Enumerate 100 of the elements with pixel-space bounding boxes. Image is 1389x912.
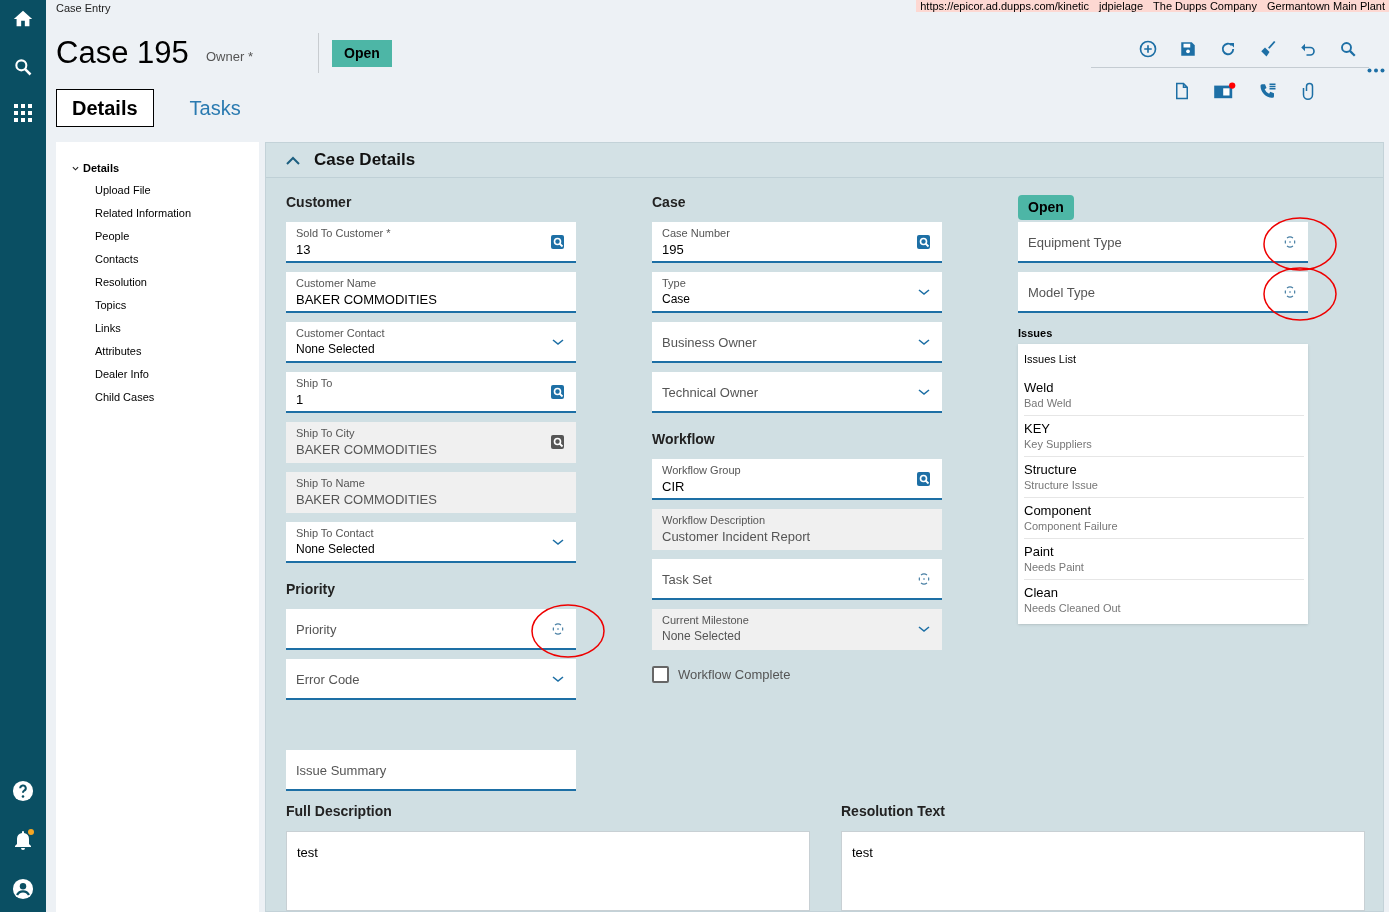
- section-heading: Customer: [286, 193, 353, 212]
- panel-title: Case Details: [314, 149, 416, 172]
- environment-info-text: https://epicor.ad.dupps.com/kinetic: [920, 0, 1089, 12]
- input-field[interactable]: Sold To Customer * 13: [286, 222, 576, 263]
- input-field[interactable]: Workflow Description Customer Incident Report: [652, 509, 942, 550]
- text-area[interactable]: test: [841, 831, 1365, 911]
- tree-item[interactable]: Dealer Info: [95, 364, 259, 383]
- input-field[interactable]: Ship To Name BAKER COMMODITIES: [286, 472, 576, 513]
- field-value: 1: [296, 390, 305, 408]
- search-icon[interactable]: [1339, 40, 1357, 58]
- refresh-icon[interactable]: [1219, 40, 1237, 58]
- owner-field[interactable]: Owner *: [206, 46, 318, 66]
- field-value: 195: [662, 240, 685, 258]
- more-options-icon[interactable]: [1367, 68, 1385, 73]
- list-item-subtitle: Needs Paint: [1024, 560, 1085, 575]
- input-field[interactable]: Task Set: [652, 559, 942, 600]
- section-heading: Full Description: [286, 802, 393, 821]
- field-value: CIR: [662, 477, 686, 495]
- loading-spinner-icon[interactable]: [916, 570, 932, 587]
- search-icon[interactable]: [916, 233, 932, 250]
- input-field[interactable]: Error Code: [286, 659, 576, 700]
- news-card-icon[interactable]: [1213, 82, 1237, 100]
- input-field[interactable]: Ship To Contact None Selected: [286, 522, 576, 563]
- input-field[interactable]: Type Case: [652, 272, 942, 313]
- field-value: BAKER COMMODITIES: [296, 440, 438, 458]
- tree-item[interactable]: People: [95, 226, 259, 245]
- status-badge: Open: [1018, 195, 1074, 220]
- phone-list-icon[interactable]: [1259, 82, 1277, 100]
- field-label: Current Milestone: [662, 612, 750, 628]
- field-label: Business Owner: [662, 334, 758, 353]
- tree-item[interactable]: Details: [83, 160, 120, 177]
- input-field[interactable]: Current Milestone None Selected: [652, 609, 942, 650]
- field-label: Sold To Customer *: [296, 225, 392, 241]
- tree-item[interactable]: Related Information: [95, 203, 259, 222]
- field-value: BAKER COMMODITIES: [296, 490, 438, 508]
- tree-item[interactable]: Links: [95, 318, 259, 337]
- help-icon[interactable]: [12, 780, 34, 802]
- input-field[interactable]: Priority: [286, 609, 576, 650]
- input-field[interactable]: Model Type: [1018, 272, 1308, 313]
- search-icon[interactable]: [550, 433, 566, 450]
- field-label: Task Set: [662, 571, 713, 590]
- input-field[interactable]: Ship To City BAKER COMMODITIES: [286, 422, 576, 463]
- input-field[interactable]: Equipment Type: [1018, 222, 1308, 263]
- apps-grid-icon[interactable]: [14, 104, 32, 122]
- list-item-subtitle: Bad Weld: [1024, 396, 1073, 411]
- field-label: Ship To City: [296, 425, 356, 441]
- input-field[interactable]: Ship To 1: [286, 372, 576, 413]
- checkbox[interactable]: [652, 666, 669, 684]
- tab[interactable]: Details: [56, 89, 154, 127]
- field-label: Ship To Contact: [296, 525, 375, 541]
- field-label: Issue Summary: [296, 762, 388, 781]
- input-field[interactable]: Customer Contact None Selected: [286, 322, 576, 363]
- tree-item[interactable]: Resolution: [95, 272, 259, 291]
- section-heading: Issues: [1018, 326, 1054, 341]
- loading-spinner-icon[interactable]: [550, 620, 566, 637]
- text-area[interactable]: test: [286, 831, 810, 911]
- save-icon[interactable]: [1179, 40, 1197, 58]
- loading-spinner-icon[interactable]: [1282, 283, 1298, 300]
- search-icon[interactable]: [916, 470, 932, 487]
- environment-info-text: Germantown Main Plant: [1267, 0, 1385, 12]
- input-field[interactable]: Technical Owner: [652, 372, 942, 413]
- tree-item[interactable]: Attributes: [95, 341, 259, 360]
- input-field[interactable]: Case Number 195: [652, 222, 942, 263]
- tree-item[interactable]: Upload File: [95, 180, 259, 199]
- input-field[interactable]: Business Owner: [652, 322, 942, 363]
- input-field[interactable]: Issue Summary: [286, 750, 576, 791]
- section-heading: Priority: [286, 580, 336, 599]
- tree-item[interactable]: Child Cases: [95, 387, 259, 406]
- search-icon[interactable]: [550, 383, 566, 400]
- field-label: Case Number: [662, 225, 731, 241]
- tree-item[interactable]: Contacts: [95, 249, 259, 268]
- tab[interactable]: Tasks: [189, 89, 241, 127]
- user-avatar-icon[interactable]: [12, 878, 34, 900]
- add-icon[interactable]: [1139, 40, 1157, 58]
- input-field[interactable]: Customer Name BAKER COMMODITIES: [286, 272, 576, 313]
- loading-spinner-icon[interactable]: [1282, 233, 1298, 250]
- text-area-value: test: [852, 845, 873, 860]
- breadcrumb: Case Entry: [56, 1, 111, 16]
- status-badge: Open: [332, 39, 392, 67]
- expand-chevron-icon[interactable]: [72, 165, 79, 171]
- list-item-title[interactable]: Weld: [1024, 379, 1304, 396]
- list-item-title[interactable]: Structure: [1024, 461, 1304, 478]
- list-item-title[interactable]: KEY: [1024, 420, 1304, 437]
- field-label: Workflow Group: [662, 462, 742, 478]
- list-item-title[interactable]: Paint: [1024, 543, 1304, 560]
- search-icon[interactable]: [550, 233, 566, 250]
- list-item-title[interactable]: Component: [1024, 502, 1304, 519]
- list-item-title[interactable]: Clean: [1024, 584, 1304, 601]
- input-field[interactable]: Workflow Group CIR: [652, 459, 942, 500]
- field-label: Error Code: [296, 671, 361, 690]
- tree-item[interactable]: Topics: [95, 295, 259, 314]
- field-value: 13: [296, 240, 312, 258]
- document-icon[interactable]: [1173, 82, 1191, 100]
- collapse-chevron-icon[interactable]: [286, 155, 300, 165]
- search-icon[interactable]: [13, 57, 33, 77]
- field-label: Ship To: [296, 375, 334, 391]
- section-heading: Workflow: [652, 430, 716, 449]
- field-label: Ship To Name: [296, 475, 366, 491]
- broom-icon[interactable]: [1259, 40, 1277, 58]
- field-label: Customer Contact: [296, 325, 386, 341]
